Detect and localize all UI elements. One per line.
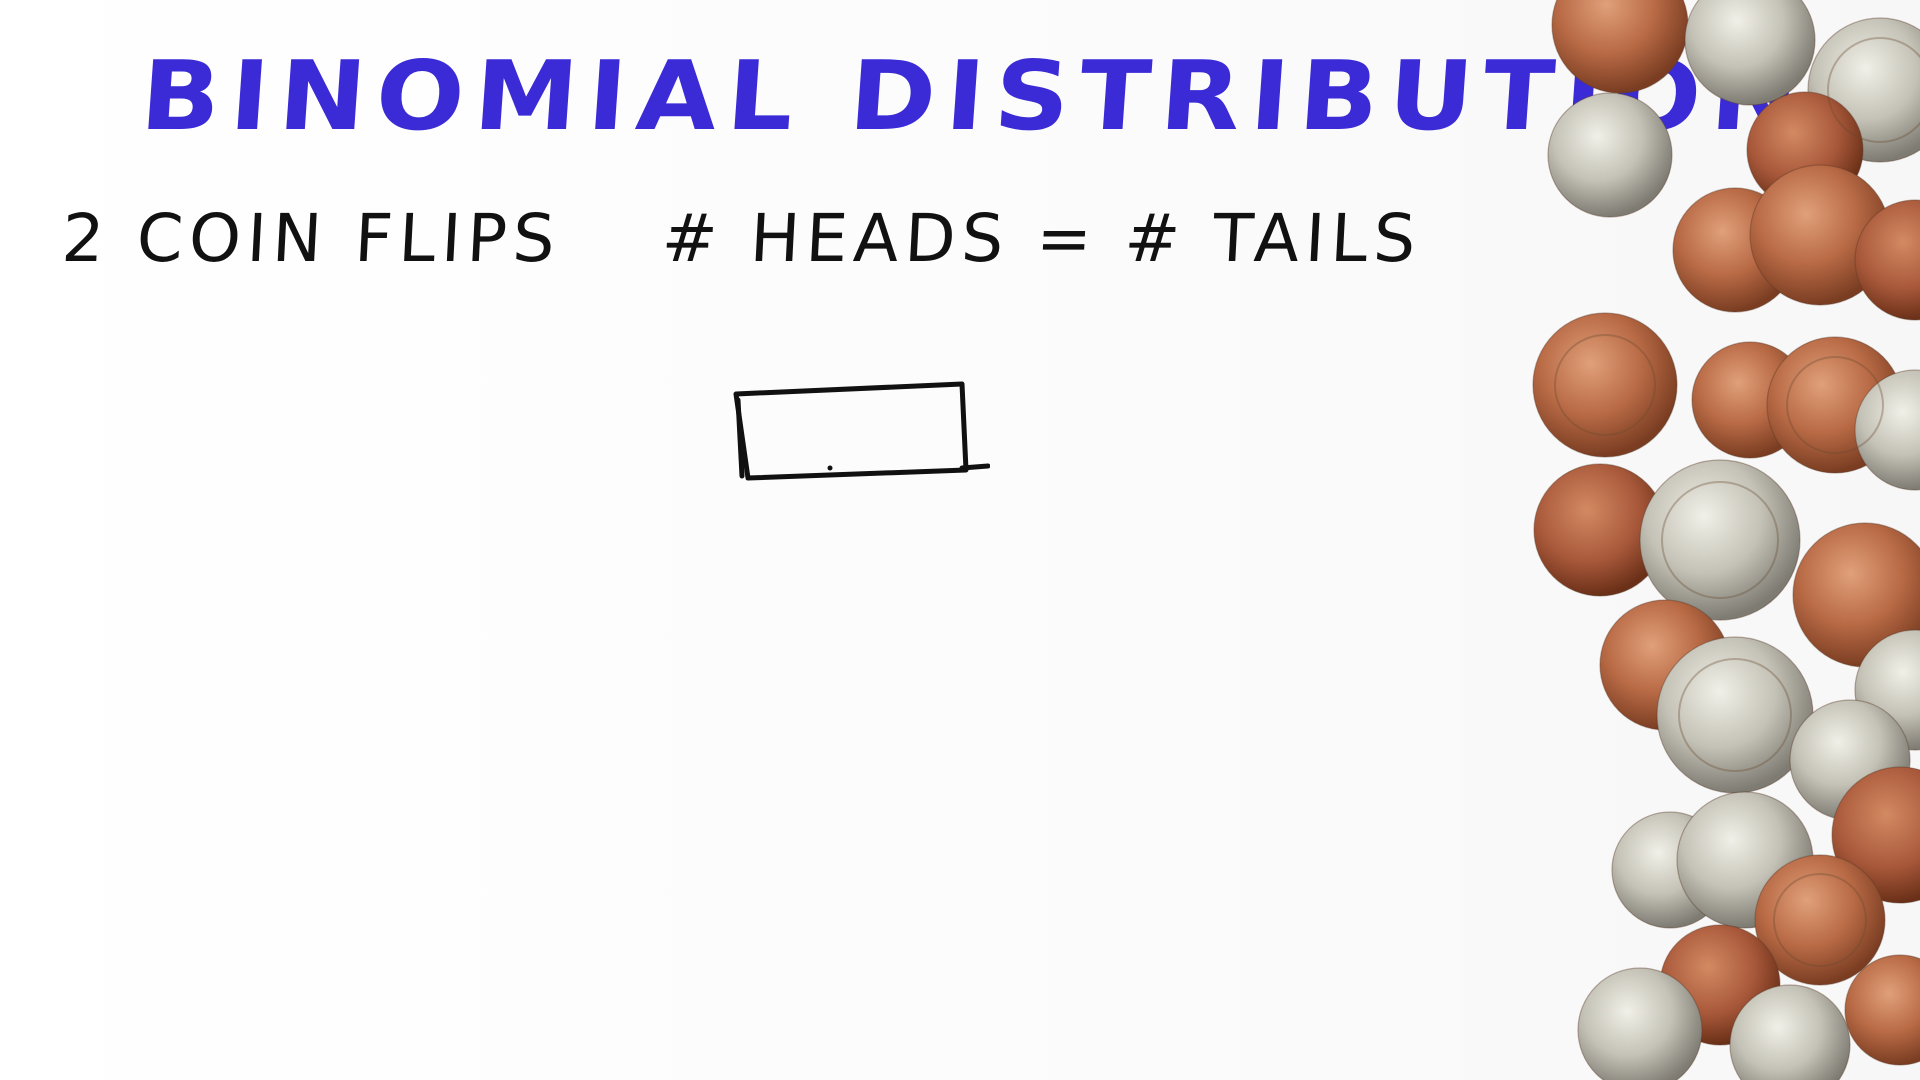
heads-equals-tails-label: # HEADS = # TAILS: [659, 200, 1424, 277]
whiteboard-canvas: BINOMIAL DISTRIBUTION 2 COIN FLIPS # HEA…: [0, 0, 1920, 1080]
answer-box[interactable]: [730, 360, 990, 490]
coin-pile-icon: [1532, 0, 1920, 1080]
coin-flips-label: 2 COIN FLIPS: [59, 200, 563, 277]
